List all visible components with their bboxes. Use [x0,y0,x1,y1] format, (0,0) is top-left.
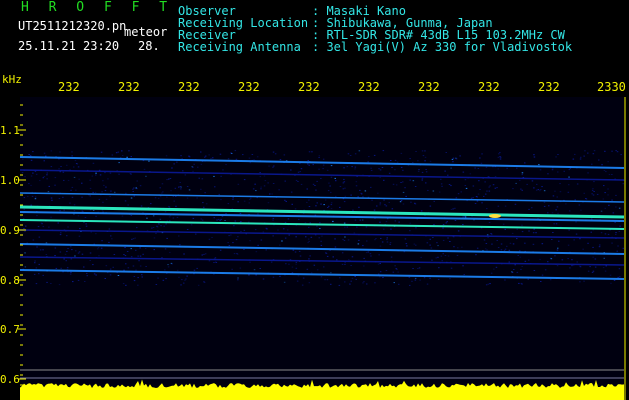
antenna-value: : 3el Yagi(V) Az 330 for Vladivostok [312,40,573,54]
y-tick-label: 1.0 [0,174,20,187]
time-tick-label: 232 [478,80,500,94]
time-tick-label: 232 [538,80,560,94]
time-tick-label: 2330 [597,80,626,94]
time-tick-label: 232 [298,80,320,94]
time-tick-label: 232 [238,80,260,94]
y-tick-label: 0.7 [0,323,20,336]
mode-label: meteor [124,25,168,39]
y-tick-label: 1.1 [0,124,20,137]
y-tick-label: 0.8 [0,274,20,287]
time-tick-label: 232 [418,80,440,94]
time-tick-label: 232 [358,80,380,94]
app-name: H R O F F T [21,0,174,15]
count: 28. [138,39,160,53]
time-tick-label: 232 [118,80,140,94]
time-tick-label: 232 [178,80,200,94]
file-name: UT2511212320.pn [18,19,127,33]
y-axis-unit: kHz [2,73,22,86]
y-tick-label: 0.9 [0,224,20,237]
meteor-echo [489,214,501,218]
time-tick-label: 232 [58,80,80,94]
datetime: 25.11.21 23:20 [18,39,120,53]
y-tick-label: 0.6 [0,373,20,386]
antenna-label: Receiving Antenna [178,40,301,54]
spectrogram-plot [18,97,626,400]
